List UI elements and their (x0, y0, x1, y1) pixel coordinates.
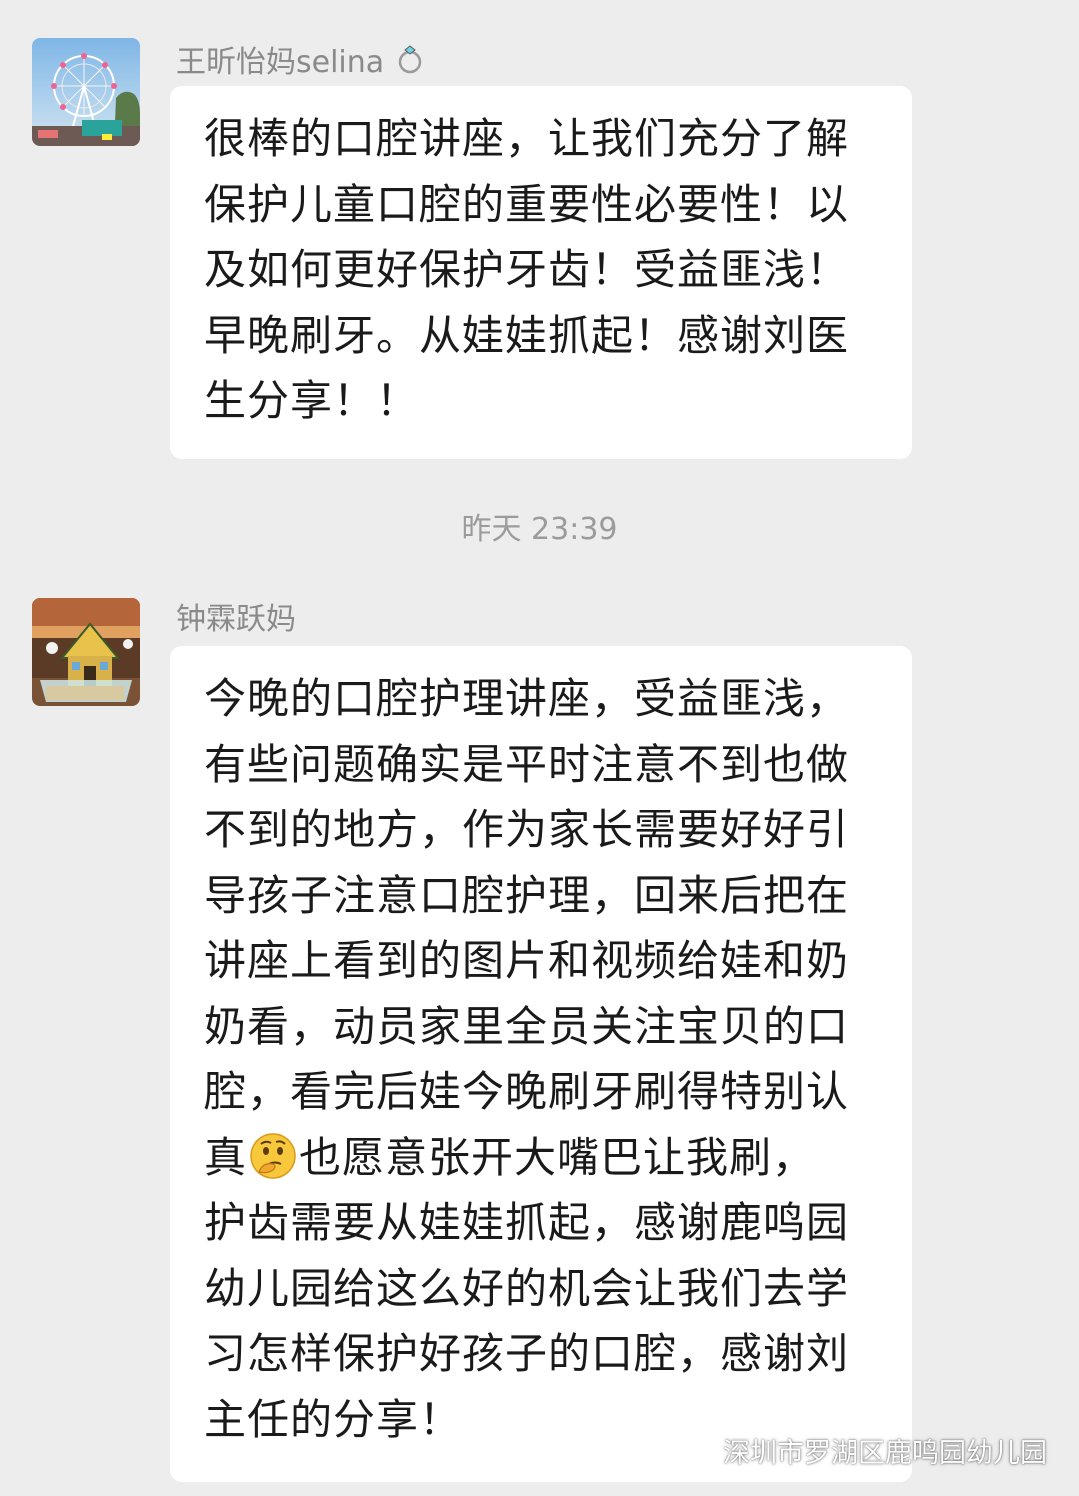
message-line: 及如何更好保护牙齿！受益匪浅！ (204, 245, 850, 294)
ring-icon (394, 40, 430, 87)
message-line: 导孩子注意口腔护理，回来后把在 (204, 870, 850, 920)
message-line: 不到的地方，作为家长需要好好引 (204, 805, 850, 854)
message-text: 真 (204, 1132, 248, 1182)
sender-name-text: 钟霖跃妈 (176, 602, 296, 637)
watermark: 深圳市罗湖区鹿鸣园幼儿园 (673, 1431, 1047, 1470)
message-text: 也愿意张开大嘴巴让我刷， (299, 1132, 816, 1182)
timestamp: 昨天 23:39 (461, 512, 618, 547)
message-line: 保护儿童口腔的重要性必要性！以 (204, 179, 850, 229)
thinking-face-emoji (249, 1132, 297, 1180)
sender-name-2: 钟霖跃妈 (176, 600, 296, 640)
gingerbread-house-photo (32, 598, 140, 706)
message-bubble-1[interactable]: 很棒的口腔讲座，让我们充分了解 保护儿童口腔的重要性必要性！以 及如何更好保护牙… (170, 86, 912, 459)
sender-name-1: 王昕怡妈selina (176, 40, 430, 87)
wechat-official-account-icon (673, 1431, 715, 1470)
sender-name-text: 王昕怡妈selina (176, 45, 385, 80)
message-line: 今晚的口腔护理讲座，受益匪浅， (204, 674, 850, 723)
message-line: 有些问题确实是平时注意不到也做 (204, 739, 850, 789)
message-line: 生分享！！ (204, 376, 420, 425)
message-line: 奶看，动员家里全员关注宝贝的口 (204, 1001, 850, 1051)
message-line: 习怎样保护好孩子的口腔，感谢刘 (204, 1329, 850, 1378)
message-line: 护齿需要从娃娃抓起，感谢鹿鸣园 (204, 1198, 850, 1247)
avatar-sender-1[interactable] (32, 38, 140, 146)
message-bubble-2[interactable]: 今晚的口腔护理讲座，受益匪浅， 有些问题确实是平时注意不到也做 不到的地方，作为… (170, 646, 912, 1482)
message-line: 腔，看完后娃今晚刷牙刷得特别认 (204, 1067, 850, 1116)
message-line: 讲座上看到的图片和视频给娃和奶 (204, 936, 850, 985)
avatar-sender-2[interactable] (32, 598, 140, 706)
message-line: 幼儿园给这么好的机会让我们去学 (204, 1263, 850, 1313)
watermark-text: 深圳市罗湖区鹿鸣园幼儿园 (723, 1438, 1047, 1469)
ferris-wheel-photo (32, 38, 140, 146)
message-line: 很棒的口腔讲座，让我们充分了解 (204, 114, 850, 163)
message-line: 真 也愿意张开大嘴巴让我刷， (204, 1125, 882, 1191)
message-line: 早晚刷牙。从娃娃抓起！感谢刘医 (204, 310, 850, 360)
